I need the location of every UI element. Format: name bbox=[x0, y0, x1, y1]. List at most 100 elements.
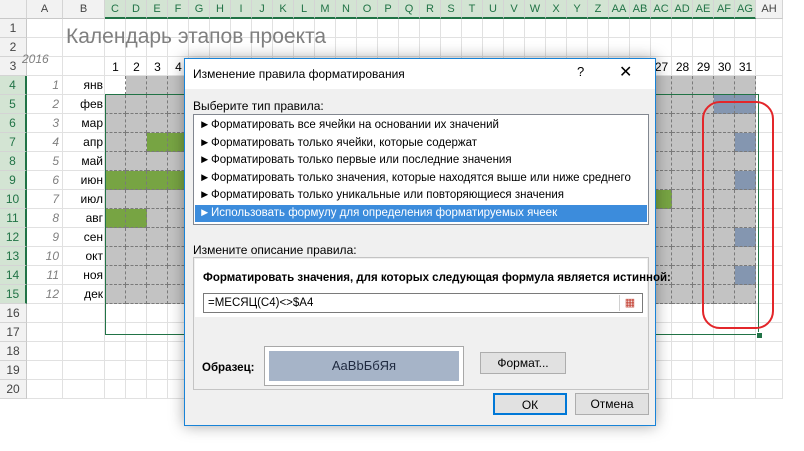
row-header-14[interactable]: 14 bbox=[0, 266, 27, 285]
grid-cell[interactable] bbox=[63, 342, 105, 361]
month-number[interactable]: 9 bbox=[27, 228, 63, 247]
month-number[interactable]: 6 bbox=[27, 171, 63, 190]
grid-cell[interactable] bbox=[735, 342, 756, 361]
calendar-day-cell[interactable] bbox=[735, 95, 756, 114]
grid-cell[interactable] bbox=[126, 361, 147, 380]
calendar-day-cell[interactable] bbox=[147, 76, 168, 95]
grid-cell[interactable] bbox=[147, 380, 168, 399]
calendar-day-cell[interactable] bbox=[126, 266, 147, 285]
calendar-day-cell[interactable] bbox=[147, 247, 168, 266]
month-number[interactable]: 5 bbox=[27, 152, 63, 171]
calendar-day-cell[interactable] bbox=[147, 285, 168, 304]
column-header-B[interactable]: B bbox=[63, 0, 105, 19]
month-name[interactable]: июн bbox=[63, 171, 105, 190]
grid-cell[interactable] bbox=[756, 380, 783, 399]
grid-cell[interactable] bbox=[567, 38, 588, 57]
calendar-day-cell[interactable] bbox=[672, 285, 693, 304]
grid-cell[interactable] bbox=[693, 380, 714, 399]
calendar-day-cell[interactable] bbox=[105, 133, 126, 152]
grid-cell[interactable] bbox=[714, 323, 735, 342]
column-header-AH[interactable]: AH bbox=[756, 0, 783, 19]
grid-cell[interactable] bbox=[714, 380, 735, 399]
grid-cell[interactable] bbox=[756, 19, 783, 38]
month-name[interactable]: мар bbox=[63, 114, 105, 133]
column-header-AD[interactable]: AD bbox=[672, 0, 693, 19]
calendar-day-cell[interactable] bbox=[714, 209, 735, 228]
column-header-D[interactable]: D bbox=[126, 0, 147, 19]
grid-cell[interactable] bbox=[756, 247, 783, 266]
calendar-day-cell[interactable] bbox=[105, 209, 126, 228]
column-header-AB[interactable]: AB bbox=[630, 0, 651, 19]
grid-cell[interactable] bbox=[336, 19, 357, 38]
grid-cell[interactable] bbox=[399, 19, 420, 38]
calendar-day-cell[interactable] bbox=[672, 171, 693, 190]
grid-cell[interactable] bbox=[63, 304, 105, 323]
grid-cell[interactable] bbox=[105, 342, 126, 361]
grid-cell[interactable] bbox=[147, 304, 168, 323]
calendar-day-cell[interactable] bbox=[693, 247, 714, 266]
row-header-8[interactable]: 8 bbox=[0, 152, 27, 171]
column-header-W[interactable]: W bbox=[525, 0, 546, 19]
grid-cell[interactable] bbox=[630, 38, 651, 57]
month-number[interactable]: 7 bbox=[27, 190, 63, 209]
grid-cell[interactable] bbox=[714, 361, 735, 380]
calendar-day-cell[interactable] bbox=[714, 95, 735, 114]
month-number[interactable]: 3 bbox=[27, 114, 63, 133]
column-header-L[interactable]: L bbox=[294, 0, 315, 19]
calendar-day-cell[interactable] bbox=[126, 133, 147, 152]
grid-cell[interactable] bbox=[441, 38, 462, 57]
column-header-M[interactable]: M bbox=[315, 0, 336, 19]
grid-cell[interactable] bbox=[735, 380, 756, 399]
grid-cell[interactable] bbox=[630, 19, 651, 38]
formula-input[interactable]: =МЕСЯЦ(C4)<>$A4 ▦ bbox=[203, 293, 643, 313]
select-all-corner[interactable] bbox=[0, 0, 27, 19]
column-header-Y[interactable]: Y bbox=[567, 0, 588, 19]
month-name[interactable]: апр bbox=[63, 133, 105, 152]
grid-cell[interactable] bbox=[756, 228, 783, 247]
grid-cell[interactable] bbox=[756, 361, 783, 380]
calendar-day-cell[interactable] bbox=[147, 152, 168, 171]
calendar-day-cell[interactable] bbox=[672, 190, 693, 209]
month-number[interactable]: 4 bbox=[27, 133, 63, 152]
calendar-day-cell[interactable] bbox=[672, 95, 693, 114]
grid-cell[interactable] bbox=[147, 342, 168, 361]
column-header-G[interactable]: G bbox=[189, 0, 210, 19]
column-header-Z[interactable]: Z bbox=[588, 0, 609, 19]
grid-cell[interactable] bbox=[756, 171, 783, 190]
calendar-day-cell[interactable] bbox=[126, 152, 147, 171]
calendar-day-cell[interactable] bbox=[126, 76, 147, 95]
calendar-day-cell[interactable] bbox=[714, 190, 735, 209]
calendar-day-cell[interactable] bbox=[105, 190, 126, 209]
calendar-day-cell[interactable] bbox=[714, 228, 735, 247]
column-header-Q[interactable]: Q bbox=[399, 0, 420, 19]
grid-cell[interactable] bbox=[651, 38, 672, 57]
column-header-N[interactable]: N bbox=[336, 0, 357, 19]
calendar-day-cell[interactable] bbox=[147, 95, 168, 114]
column-header-K[interactable]: K bbox=[273, 0, 294, 19]
collapse-dialog-icon[interactable]: ▦ bbox=[619, 295, 640, 311]
grid-cell[interactable] bbox=[357, 19, 378, 38]
month-name[interactable]: дек bbox=[63, 285, 105, 304]
grid-cell[interactable] bbox=[378, 38, 399, 57]
calendar-day-cell[interactable] bbox=[714, 114, 735, 133]
grid-cell[interactable] bbox=[27, 342, 63, 361]
grid-cell[interactable] bbox=[756, 190, 783, 209]
grid-cell[interactable] bbox=[756, 133, 783, 152]
calendar-day-cell[interactable] bbox=[735, 285, 756, 304]
calendar-day-cell[interactable] bbox=[693, 133, 714, 152]
column-header-H[interactable]: H bbox=[210, 0, 231, 19]
grid-cell[interactable] bbox=[126, 323, 147, 342]
month-number[interactable]: 12 bbox=[27, 285, 63, 304]
column-header-V[interactable]: V bbox=[504, 0, 525, 19]
format-button[interactable]: Формат... bbox=[480, 352, 566, 374]
column-header-O[interactable]: O bbox=[357, 0, 378, 19]
grid-cell[interactable] bbox=[693, 342, 714, 361]
calendar-day-cell[interactable] bbox=[693, 114, 714, 133]
calendar-day-cell[interactable] bbox=[147, 228, 168, 247]
grid-cell[interactable] bbox=[420, 38, 441, 57]
column-header-T[interactable]: T bbox=[462, 0, 483, 19]
grid-cell[interactable] bbox=[462, 19, 483, 38]
month-name[interactable]: окт bbox=[63, 247, 105, 266]
calendar-day-cell[interactable] bbox=[693, 285, 714, 304]
row-header-9[interactable]: 9 bbox=[0, 171, 27, 190]
